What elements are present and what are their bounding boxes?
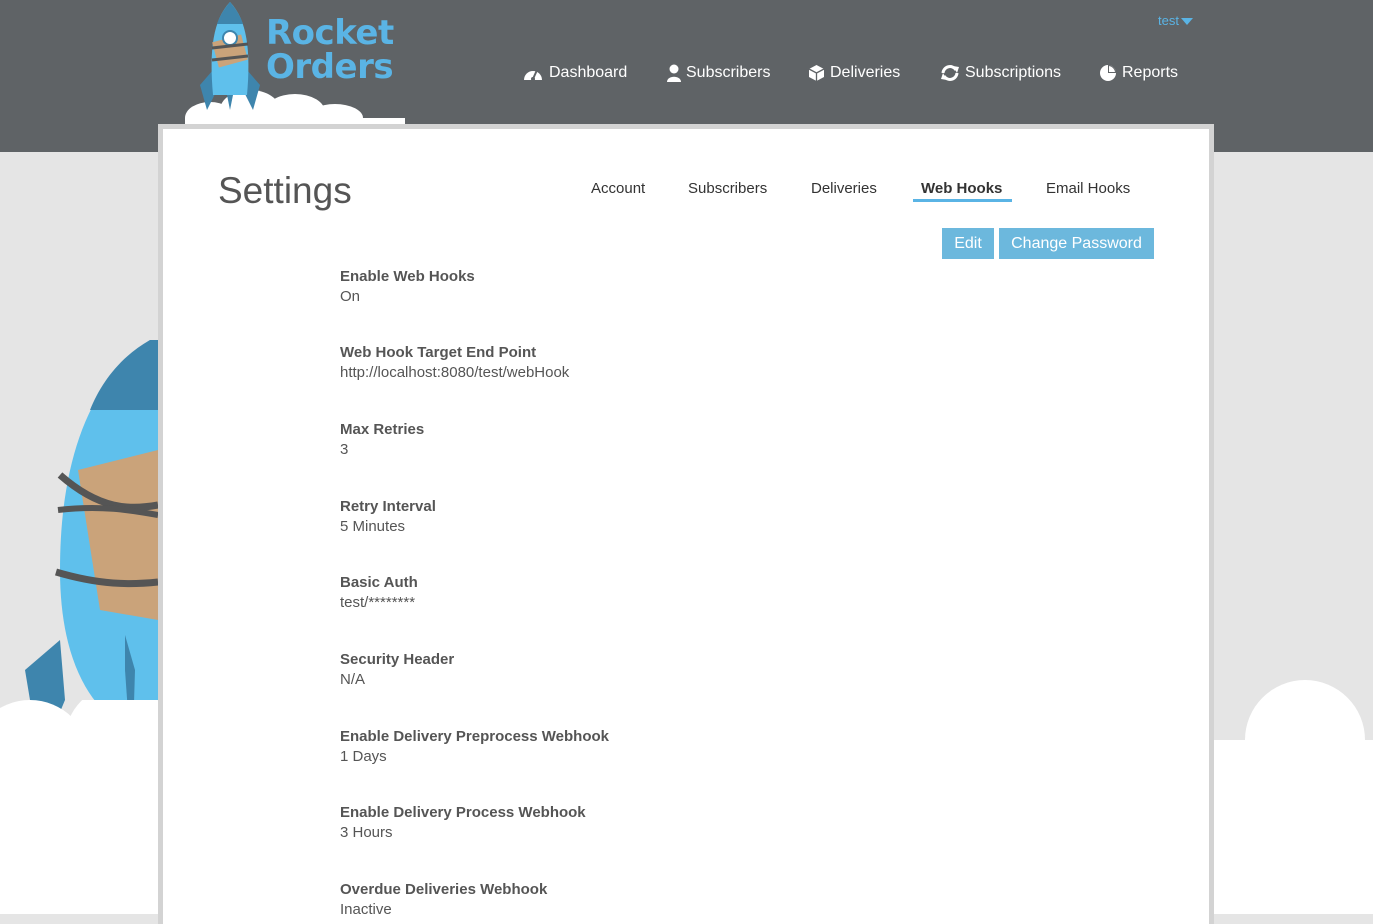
nav-subscriptions[interactable]: Subscriptions	[940, 62, 1061, 84]
field-security-header: Security Header N/A	[340, 650, 454, 690]
field-label: Overdue Deliveries Webhook	[340, 881, 548, 898]
nav-deliveries[interactable]: Deliveries	[808, 62, 900, 84]
nav-reports[interactable]: Reports	[1099, 62, 1178, 84]
field-web-hook-target: Web Hook Target End Point http://localho…	[340, 343, 569, 383]
change-password-button[interactable]: Change Password	[999, 228, 1154, 259]
nav-dashboard[interactable]: Dashboard	[522, 62, 627, 84]
caret-down-icon	[1180, 18, 1193, 26]
tab-email-hooks[interactable]: Email Hooks	[1046, 180, 1130, 197]
refresh-icon	[941, 65, 959, 81]
user-menu[interactable]: test	[1158, 13, 1193, 28]
field-value: http://localhost:8080/test/webHook	[340, 364, 570, 381]
nav-subscribers[interactable]: Subscribers	[667, 62, 770, 84]
field-label: Web Hook Target End Point	[340, 344, 537, 361]
field-value: 3 Hours	[340, 824, 393, 841]
field-value: 3	[340, 441, 349, 458]
nav-reports-label: Reports	[1122, 64, 1179, 81]
brand-wordmark: Rocket Orders	[266, 16, 394, 84]
field-label: Security Header	[340, 651, 455, 668]
cloud-decoration-right	[1205, 680, 1373, 914]
field-delivery-preprocess-webhook: Enable Delivery Preprocess Webhook 1 Day…	[340, 727, 609, 767]
tab-account[interactable]: Account	[591, 180, 645, 197]
person-icon	[667, 64, 681, 82]
nav-deliveries-label: Deliveries	[830, 64, 901, 81]
field-overdue-deliveries-webhook: Overdue Deliveries Webhook Inactive	[340, 880, 547, 920]
pie-chart-icon	[1100, 65, 1116, 81]
field-label: Enable Delivery Process Webhook	[340, 804, 586, 821]
brand-line-1: Rocket	[266, 13, 394, 53]
field-label: Max Retries	[340, 421, 425, 438]
user-menu-label: test	[1158, 13, 1179, 28]
field-label: Enable Delivery Preprocess Webhook	[340, 728, 609, 745]
box-icon	[808, 65, 825, 81]
field-enable-web-hooks: Enable Web Hooks On	[340, 267, 475, 307]
field-retry-interval: Retry Interval 5 Minutes	[340, 497, 436, 537]
edit-button[interactable]: Edit	[942, 228, 994, 259]
field-label: Retry Interval	[340, 498, 436, 515]
field-label: Basic Auth	[340, 574, 418, 591]
field-value: N/A	[340, 671, 366, 688]
field-value: On	[340, 288, 361, 305]
field-delivery-process-webhook: Enable Delivery Process Webhook 3 Hours	[340, 803, 586, 843]
field-label: Enable Web Hooks	[340, 268, 475, 285]
field-value: Inactive	[340, 901, 392, 918]
field-value: 1 Days	[340, 748, 387, 765]
nav-subscriptions-label: Subscriptions	[965, 64, 1062, 81]
field-value: 5 Minutes	[340, 518, 406, 535]
nav-dashboard-label: Dashboard	[549, 64, 628, 81]
dashboard-gauge-icon	[524, 69, 542, 81]
tab-web-hooks[interactable]: Web Hooks	[921, 180, 1002, 197]
tab-subscribers[interactable]: Subscribers	[688, 180, 767, 197]
brand-line-2: Orders	[266, 47, 394, 87]
active-tab-indicator	[913, 199, 1012, 202]
nav-subscribers-label: Subscribers	[686, 64, 771, 81]
field-value: test/********	[340, 594, 416, 611]
page-title: Settings	[218, 170, 352, 211]
field-basic-auth: Basic Auth test/********	[340, 573, 418, 613]
field-max-retries: Max Retries 3	[340, 420, 424, 460]
cloud-decoration-left	[0, 700, 170, 914]
tab-deliveries[interactable]: Deliveries	[811, 180, 877, 197]
